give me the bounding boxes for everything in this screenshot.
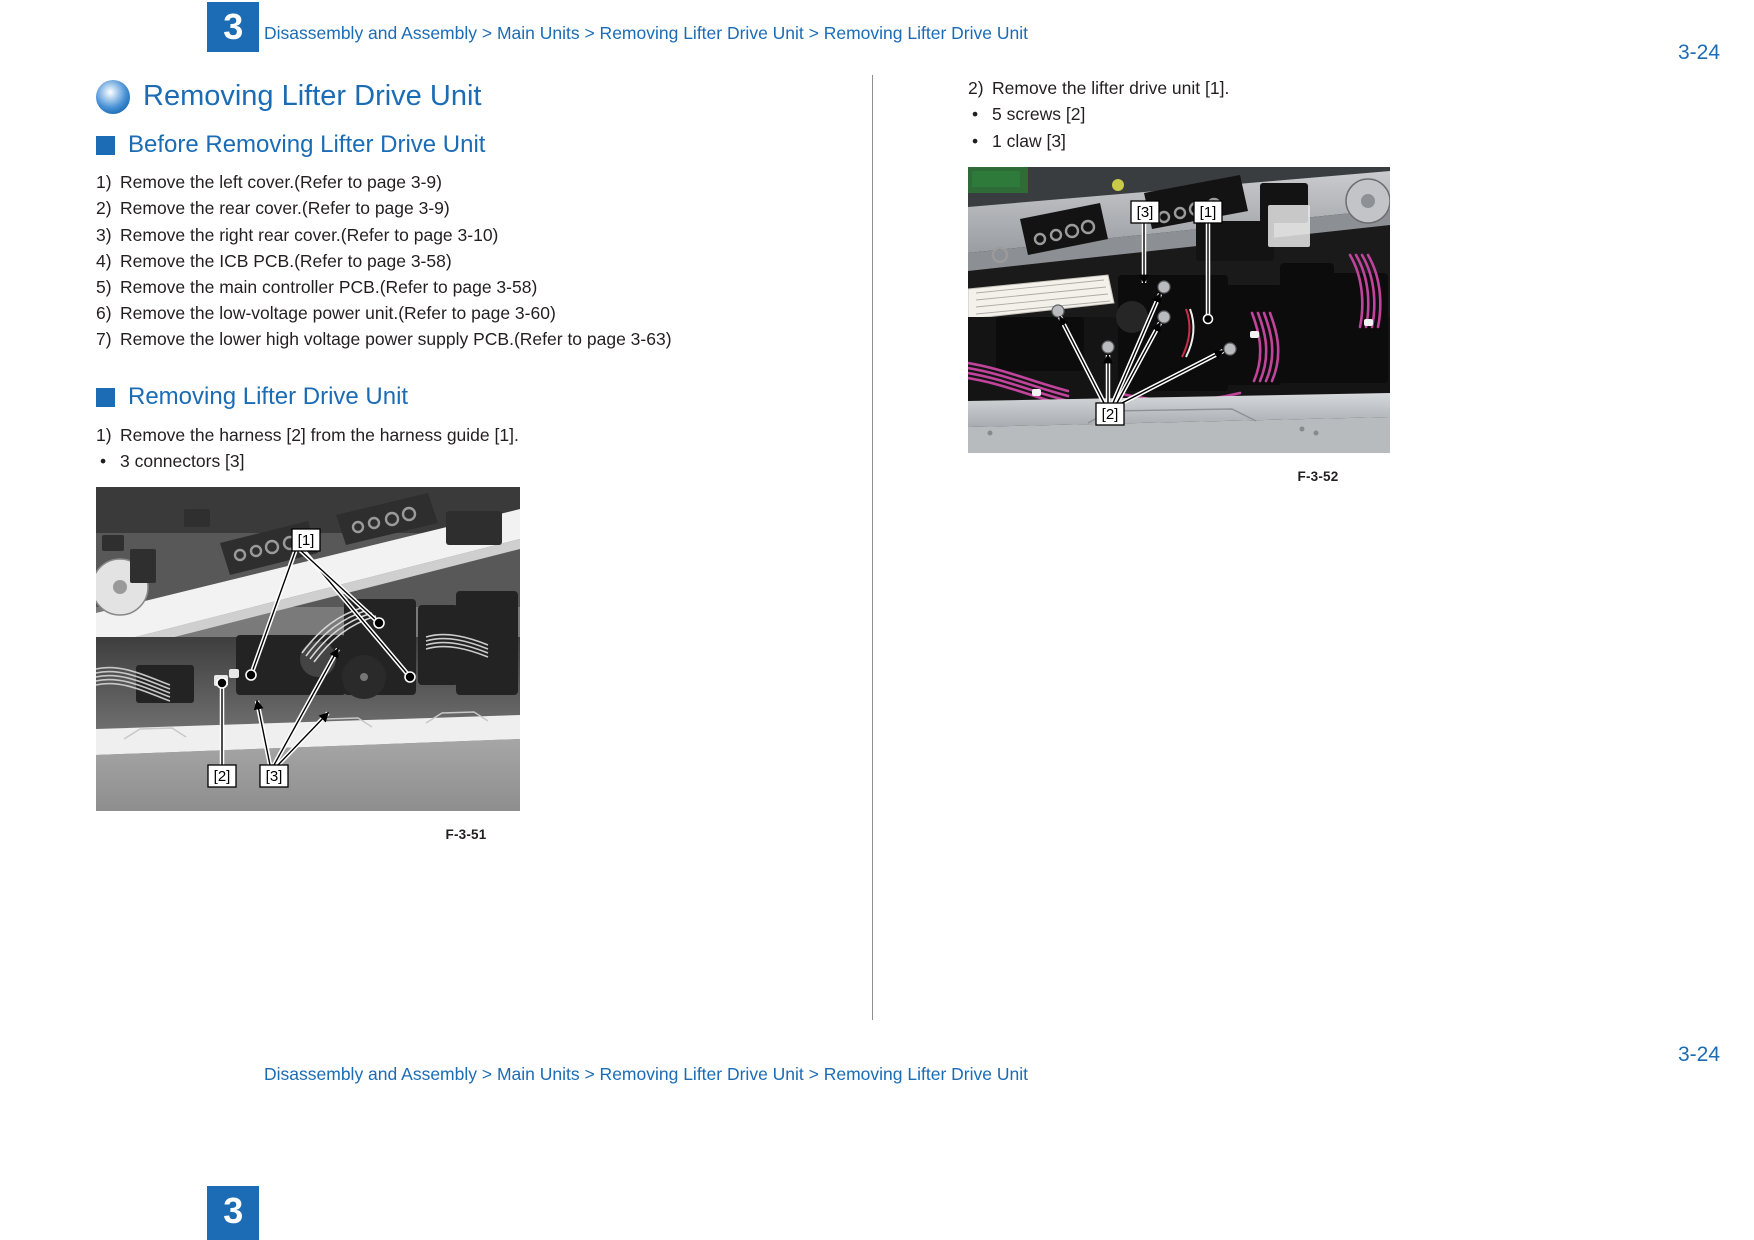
right-column: 2) Remove the lifter drive unit [1]. • 5… [968, 78, 1668, 484]
list-item: 3) Remove the right rear cover.(Refer to… [96, 224, 836, 245]
figure-f-3-51-image: [1] [2] [3] [96, 487, 520, 812]
figure-f-3-51: [1] [2] [3] F-3-51 [96, 487, 836, 842]
square-bullet-icon [96, 135, 115, 155]
step-marker: 3) [96, 224, 112, 245]
header-page-number: 3-24 [1677, 41, 1720, 64]
step-marker: 4) [96, 250, 112, 271]
step-marker: 6) [96, 302, 112, 323]
list-item: 1) Remove the left cover.(Refer to page … [96, 174, 836, 192]
bullet-text: 3 connectors [3] [120, 450, 245, 471]
callout-label-1: [1] [1193, 200, 1223, 224]
footer-breadcrumb[interactable]: Disassembly and Assembly > Main Units > … [264, 1064, 1028, 1085]
svg-text:[1]: [1] [1200, 204, 1217, 221]
step-marker: 1) [96, 172, 112, 193]
step-marker: 2) [96, 198, 112, 219]
step-text: Remove the main controller PCB.(Refer to… [120, 276, 538, 297]
svg-text:[2]: [2] [1102, 406, 1119, 423]
list-item: 2) Remove the rear cover.(Refer to page … [96, 200, 836, 218]
svg-text:[2]: [2] [214, 768, 231, 785]
figure-f-3-52: [3] [1] [2] F-3-52 [968, 167, 1668, 484]
page-title-text: Removing Lifter Drive Unit [143, 80, 482, 113]
step-text: Remove the rear cover.(Refer to page 3-9… [120, 198, 450, 219]
section-heading-removing: Removing Lifter Drive Unit [96, 384, 836, 410]
list-item: 1) Remove the harness [2] from the harne… [96, 424, 836, 445]
svg-text:[3]: [3] [266, 768, 283, 785]
step-text: Remove the ICB PCB.(Refer to page 3-58) [120, 250, 452, 271]
step-text: Remove the lifter drive unit [1]. [992, 78, 1230, 98]
callout-label-1: [1] [291, 528, 321, 553]
list-item: 6) Remove the low-voltage power unit.(Re… [96, 302, 836, 323]
step-text: Remove the low-voltage power unit.(Refer… [120, 302, 556, 323]
step-text: Remove the harness [2] from the harness … [120, 424, 519, 445]
column-divider [872, 75, 873, 1020]
header-breadcrumb[interactable]: Disassembly and Assembly > Main Units > … [264, 23, 1028, 44]
bullet-marker: • [100, 450, 107, 471]
list-item: • 3 connectors [3] [96, 450, 836, 471]
square-bullet-icon [96, 388, 115, 408]
step-marker: 1) [96, 424, 112, 445]
list-item: • 1 claw [3] [968, 130, 1668, 151]
page-title: Removing Lifter Drive Unit [96, 80, 836, 114]
callout-label-3: [3] [259, 764, 289, 789]
right-bullets-list: • 5 screws [2] • 1 claw [3] [968, 106, 1668, 150]
removing-bullets-list: • 3 connectors [3] [96, 450, 836, 471]
callout-label-2: [2] [207, 764, 237, 789]
svg-text:[3]: [3] [1137, 204, 1154, 221]
section-heading-before: Before Removing Lifter Drive Unit [96, 131, 836, 158]
header-chapter-badge: 3 [207, 2, 259, 52]
step-marker: 2) [968, 78, 984, 98]
section-heading-removing-text: Removing Lifter Drive Unit [128, 383, 409, 411]
section-heading-before-text: Before Removing Lifter Drive Unit [128, 131, 486, 158]
list-item: 5) Remove the main controller PCB.(Refer… [96, 276, 836, 297]
callout-label-3: [3] [1130, 200, 1160, 224]
callout-label-2: [2] [1095, 402, 1125, 426]
bullet-text: 1 claw [3] [992, 130, 1066, 151]
list-item: 7) Remove the lower high voltage power s… [96, 328, 836, 349]
left-column: Removing Lifter Drive Unit Before Removi… [96, 80, 836, 842]
step-text: Remove the lower high voltage power supp… [120, 328, 672, 349]
sphere-bullet-icon [96, 80, 130, 114]
step-text: Remove the left cover.(Refer to page 3-9… [120, 172, 442, 193]
footer-chapter-badge: 3 [207, 1186, 259, 1240]
figure-caption: F-3-52 [1297, 469, 1339, 485]
list-item: 4) Remove the ICB PCB.(Refer to page 3-5… [96, 250, 836, 271]
bullet-text: 5 screws [2] [992, 104, 1086, 125]
bullet-marker: • [972, 104, 979, 125]
bullet-marker: • [972, 130, 979, 151]
svg-text:[1]: [1] [298, 532, 315, 549]
figure-caption: F-3-51 [445, 827, 487, 843]
figure-f-3-52-image: [3] [1] [2] [968, 167, 1390, 454]
list-item: • 5 screws [2] [968, 106, 1668, 124]
removing-steps-list: 1) Remove the harness [2] from the harne… [96, 424, 836, 445]
step-text: Remove the right rear cover.(Refer to pa… [120, 224, 499, 245]
footer-page-number: 3-24 [1677, 1043, 1720, 1066]
list-item: 2) Remove the lifter drive unit [1]. [968, 78, 1668, 98]
before-steps-list: 1) Remove the left cover.(Refer to page … [96, 174, 836, 348]
step-marker: 5) [96, 276, 112, 297]
step-marker: 7) [96, 328, 112, 349]
right-steps-list: 2) Remove the lifter drive unit [1]. [968, 78, 1668, 98]
